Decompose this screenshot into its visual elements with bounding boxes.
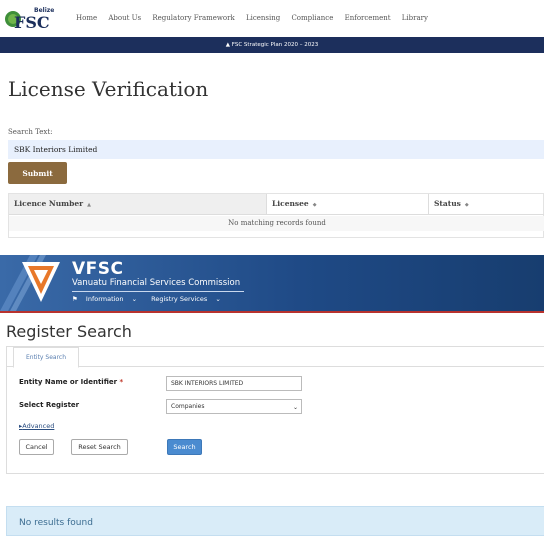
- tab-entity-search[interactable]: Entity Search: [13, 347, 79, 368]
- no-results-message: No results found: [19, 518, 93, 528]
- register-select[interactable]: Companies ⌄: [166, 399, 302, 414]
- vfsc-logo[interactable]: [20, 260, 62, 304]
- sort-icon: ◆: [464, 202, 469, 208]
- search-button[interactable]: Search: [167, 439, 202, 455]
- chevron-down-icon: ⌄: [131, 295, 138, 303]
- entity-name-label: Entity Name or Identifier *: [19, 378, 124, 386]
- advanced-toggle[interactable]: ▸Advanced: [19, 422, 54, 430]
- nav-licensing[interactable]: Licensing: [246, 14, 280, 22]
- chevron-down-icon: ⌄: [215, 295, 221, 303]
- table-header: Licence Number ▲ Licensee ◆ Status ◆: [9, 194, 544, 215]
- column-label: Licence Number: [14, 199, 84, 208]
- belize-header: Belize FSC Home About Us Regulatory Fram…: [0, 0, 544, 37]
- vfsc-subtitle: Vanuatu Financial Services Commission: [72, 278, 241, 288]
- column-label: Licensee: [272, 199, 309, 208]
- search-panel: Entity Search Entity Name or Identifier …: [6, 346, 544, 474]
- required-marker: *: [119, 378, 124, 386]
- search-text-input[interactable]: [8, 140, 544, 159]
- nav-information[interactable]: Information ⌄: [86, 295, 143, 303]
- results-alert: No results found: [6, 506, 544, 536]
- vanuatu-nav: ⚑ Information ⌄ Registry Services ⌄: [72, 295, 233, 303]
- entity-name-input[interactable]: [166, 376, 302, 391]
- home-icon[interactable]: ⚑: [72, 295, 78, 303]
- register-search-title: Register Search: [6, 322, 132, 341]
- nav-about-us[interactable]: About Us: [108, 14, 141, 22]
- nav-compliance[interactable]: Compliance: [291, 14, 333, 22]
- nav-home[interactable]: Home: [76, 14, 97, 22]
- sort-icon: ▲: [87, 202, 91, 208]
- vanuatu-header: VFSC Vanuatu Financial Services Commissi…: [0, 255, 544, 311]
- header-accent-line: [0, 311, 544, 313]
- sort-icon: ◆: [312, 202, 317, 208]
- vfsc-title: VFSC: [72, 259, 124, 279]
- empty-table-message: No matching records found: [9, 216, 544, 231]
- reset-search-button[interactable]: Reset Search: [71, 439, 128, 455]
- strategic-plan-banner[interactable]: ▲ FSC Strategic Plan 2020 – 2023: [0, 37, 544, 53]
- tab-bar: Entity Search: [7, 347, 544, 368]
- column-licensee[interactable]: Licensee ◆: [267, 194, 429, 214]
- column-label: Status: [434, 199, 461, 208]
- submit-button[interactable]: Submit: [8, 162, 67, 184]
- page-title: License Verification: [8, 77, 209, 101]
- nav-registry-services[interactable]: Registry Services ⌄: [151, 295, 227, 303]
- cancel-button[interactable]: Cancel: [19, 439, 54, 455]
- chevron-down-icon: ⌄: [292, 404, 298, 411]
- belize-logo-main-text: FSC: [14, 13, 50, 32]
- belize-main-nav: Home About Us Regulatory Framework Licen…: [76, 14, 437, 22]
- strategic-plan-link[interactable]: FSC Strategic Plan 2020 – 2023: [232, 42, 318, 48]
- register-select-value: Companies: [171, 403, 205, 410]
- nav-regulatory-framework[interactable]: Regulatory Framework: [152, 14, 234, 22]
- search-text-label: Search Text:: [8, 128, 53, 136]
- nav-library[interactable]: Library: [402, 14, 428, 22]
- user-icon: ▲: [225, 42, 231, 48]
- belize-fsc-logo[interactable]: Belize FSC: [4, 4, 58, 33]
- license-results-table: Licence Number ▲ Licensee ◆ Status ◆ No mat…: [8, 193, 544, 238]
- header-divider: [72, 291, 244, 292]
- column-licence-number[interactable]: Licence Number ▲: [9, 194, 267, 214]
- column-status[interactable]: Status ◆: [429, 194, 544, 214]
- select-register-label: Select Register: [19, 401, 80, 409]
- nav-enforcement[interactable]: Enforcement: [345, 14, 391, 22]
